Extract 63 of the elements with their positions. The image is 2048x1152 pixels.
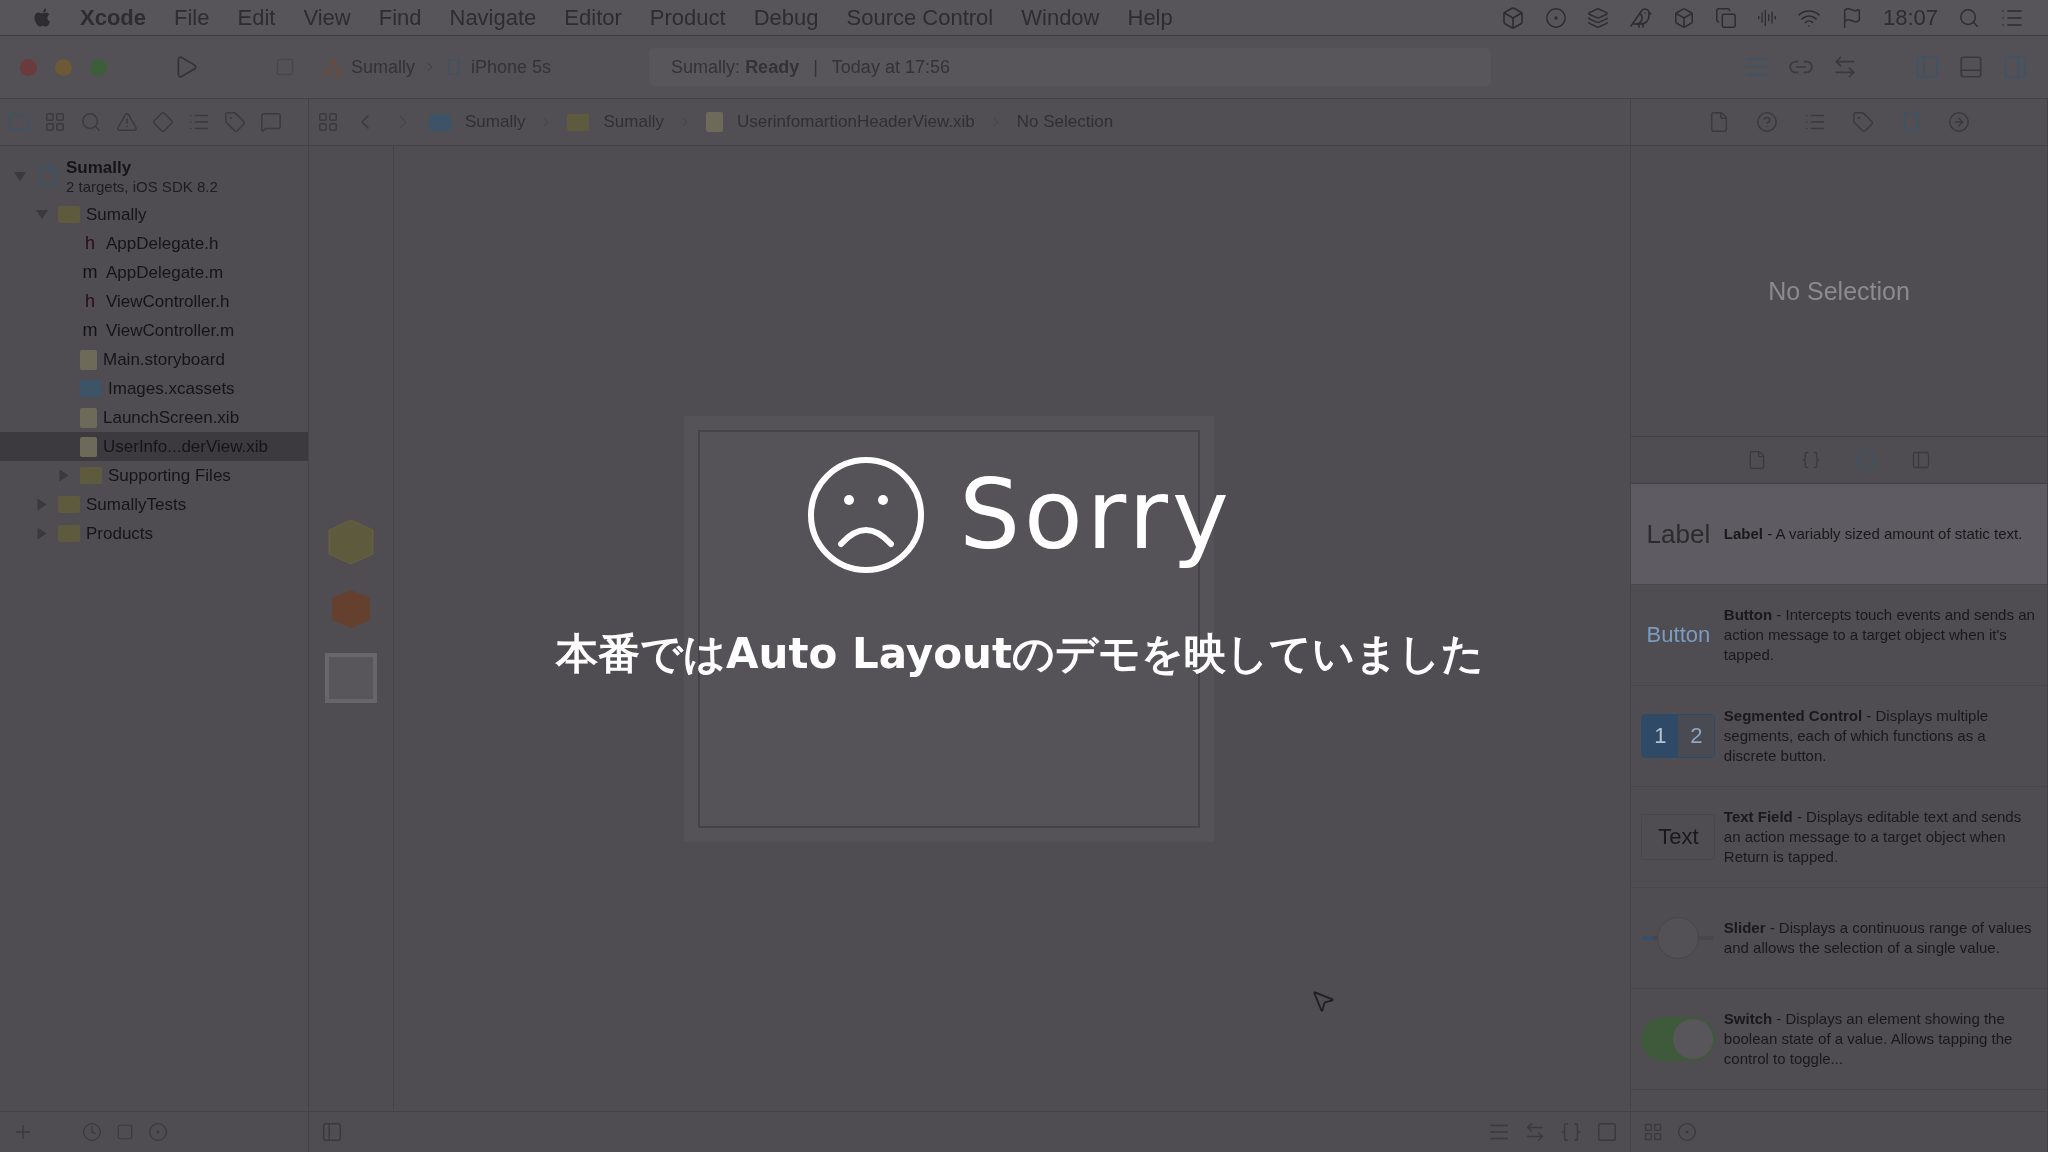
file-name: Products — [86, 523, 154, 544]
copy-icon[interactable] — [1714, 6, 1737, 29]
interface-file-icon — [705, 112, 723, 132]
layers-icon[interactable] — [1586, 6, 1609, 29]
file-name: ViewController.m — [106, 320, 235, 341]
connections-icon[interactable] — [1948, 111, 1970, 133]
file-row[interactable]: m AppDelegate.m — [0, 258, 308, 287]
overlay-message: 本番ではAuto Layoutのデモを映していました — [556, 628, 1484, 680]
project-name: Sumally — [66, 157, 133, 178]
interface-file-icon — [80, 436, 97, 457]
file-row[interactable]: LaunchScreen.xib — [0, 403, 308, 432]
file-row[interactable]: Supporting Files — [0, 461, 308, 490]
warning-icon[interactable] — [116, 111, 138, 133]
segment-label: 1 — [1654, 723, 1667, 749]
file-row[interactable]: SumallyTests — [0, 490, 308, 519]
file-row[interactable]: Main.storyboard — [0, 345, 308, 374]
file-type-icon: m — [80, 320, 100, 341]
library-description: Label - A variably sized amount of static text. — [1723, 524, 2024, 544]
button-preview: Button — [1646, 622, 1711, 648]
search-icon[interactable] — [1958, 6, 1980, 29]
file-inspector-icon[interactable] — [1708, 111, 1730, 133]
apple-logo-icon[interactable] — [32, 6, 52, 29]
utilities-toggle-icon[interactable] — [2002, 54, 2028, 80]
overlay-title: Sorry — [959, 459, 1233, 571]
text-field-preview: Text — [1641, 814, 1716, 860]
zoom-button[interactable] — [90, 58, 107, 76]
package-icon[interactable] — [1672, 6, 1695, 29]
file-name: LaunchScreen.xib — [103, 407, 240, 428]
status-separator: | — [813, 56, 818, 78]
file-name: ViewController.h — [106, 291, 230, 312]
file-name: Supporting Files — [108, 465, 231, 486]
file-row[interactable]: h AppDelegate.h — [0, 229, 308, 258]
file-type-icon: m — [80, 262, 100, 283]
file-type-icon: h — [80, 291, 100, 312]
file-row[interactable]: Images.xcassets — [0, 374, 308, 403]
help-icon[interactable] — [1756, 111, 1778, 133]
box-icon[interactable] — [1500, 5, 1525, 30]
minimize-button[interactable] — [55, 58, 72, 76]
file-name: AppDelegate.m — [106, 262, 224, 283]
audio-icon[interactable] — [1756, 7, 1777, 28]
empty-inspector-text: No Selection — [1631, 146, 2047, 437]
sad-face-icon — [807, 456, 926, 574]
debug-area-toggle-icon[interactable] — [1958, 54, 1984, 80]
file-row[interactable]: m ViewController.m — [0, 316, 308, 345]
file-type-icon: h — [80, 233, 100, 254]
close-button[interactable] — [20, 58, 37, 76]
interface-file-icon — [80, 407, 97, 428]
file-name: SumallyTests — [86, 494, 187, 515]
file-row[interactable]: Products — [0, 519, 308, 548]
bird-icon[interactable] — [1628, 5, 1653, 30]
interface-file-icon — [80, 349, 97, 370]
file-name: Sumally — [86, 204, 147, 225]
file-row[interactable]: h ViewController.h — [0, 287, 308, 316]
file-name: Main.storyboard — [103, 349, 225, 370]
tag-icon[interactable] — [224, 111, 246, 133]
view-icon — [324, 652, 378, 704]
file-name: Images.xcassets — [108, 378, 235, 399]
segment-label: 2 — [1690, 723, 1703, 749]
record-icon[interactable] — [1544, 6, 1567, 29]
search-icon[interactable] — [80, 111, 102, 133]
file-row[interactable]: Sumally — [0, 200, 308, 229]
file-name: AppDelegate.h — [106, 233, 219, 254]
navigator-toggle-icon[interactable] — [1914, 54, 1940, 80]
